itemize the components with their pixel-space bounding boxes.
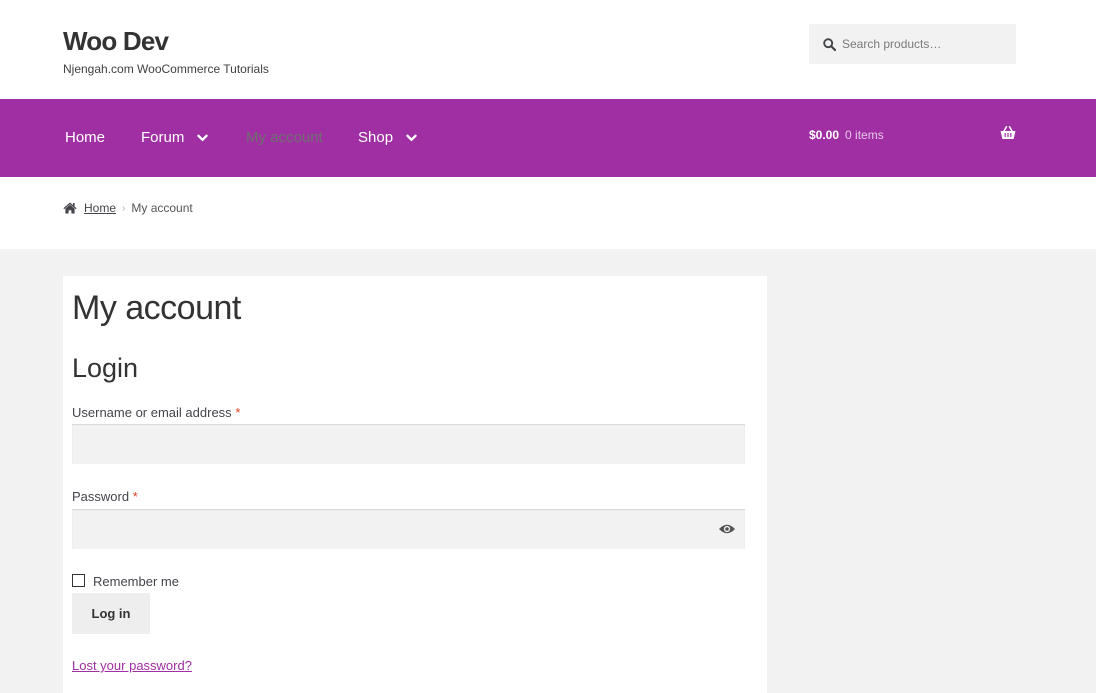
search-icon	[823, 37, 836, 51]
nav-item-label: My account	[246, 129, 323, 146]
login-heading: Login	[72, 353, 139, 383]
nav-item-my-account[interactable]: My account	[246, 129, 323, 146]
username-field[interactable]	[72, 424, 745, 464]
cart-amount: $0.00	[809, 128, 840, 142]
remember-me-checkbox[interactable]	[72, 574, 85, 587]
site-tagline: Njengah.com WooCommerce Tutorials	[63, 62, 269, 76]
show-password-eye-icon[interactable]	[718, 523, 736, 535]
chevron-right-icon: ›	[122, 202, 126, 214]
nav-item-label: Forum	[141, 129, 185, 146]
breadcrumb-bar: Home › My account	[0, 177, 1096, 249]
nav-item-label: Shop	[358, 129, 394, 146]
required-mark: *	[235, 405, 241, 420]
chevron-down-icon[interactable]	[406, 134, 417, 142]
nav-item-home[interactable]: Home	[65, 129, 105, 146]
header-cart[interactable]: $0.00 0 items	[809, 126, 1016, 144]
nav-item-forum[interactable]: Forum	[141, 129, 209, 146]
remember-me[interactable]: Remember me	[72, 572, 179, 589]
chevron-down-icon[interactable]	[197, 134, 209, 142]
breadcrumb: Home › My account	[63, 201, 193, 215]
lost-password-link[interactable]: Lost your password?	[72, 658, 192, 673]
page-title: My account	[72, 289, 241, 327]
remember-me-label: Remember me	[93, 574, 179, 589]
site-title-link[interactable]: Woo Dev	[63, 26, 169, 57]
basket-icon[interactable]	[1000, 126, 1016, 140]
nav-item-shop[interactable]: Shop	[358, 129, 417, 146]
cart-count: 0 items	[845, 128, 884, 142]
username-label: Username or email address *	[72, 405, 240, 420]
required-mark: *	[132, 489, 138, 504]
password-label: Password *	[72, 489, 138, 504]
nav-item-label: Home	[65, 129, 106, 146]
account-card: My account Login Username or email addre…	[63, 276, 767, 693]
home-icon	[63, 202, 77, 214]
site-header: Woo Dev Njengah.com WooCommerce Tutorial…	[0, 0, 1096, 99]
primary-navigation: Home Forum My account Shop $0.00 0 items	[0, 99, 1096, 177]
login-button[interactable]: Log in	[72, 593, 150, 634]
product-search-box[interactable]	[809, 24, 1016, 64]
breadcrumb-current: My account	[131, 201, 193, 215]
search-input[interactable]	[842, 37, 1012, 51]
breadcrumb-home-link[interactable]: Home	[84, 201, 116, 215]
password-label-text: Password	[72, 489, 130, 504]
username-label-text: Username or email address	[72, 405, 232, 420]
password-field[interactable]	[72, 509, 745, 549]
